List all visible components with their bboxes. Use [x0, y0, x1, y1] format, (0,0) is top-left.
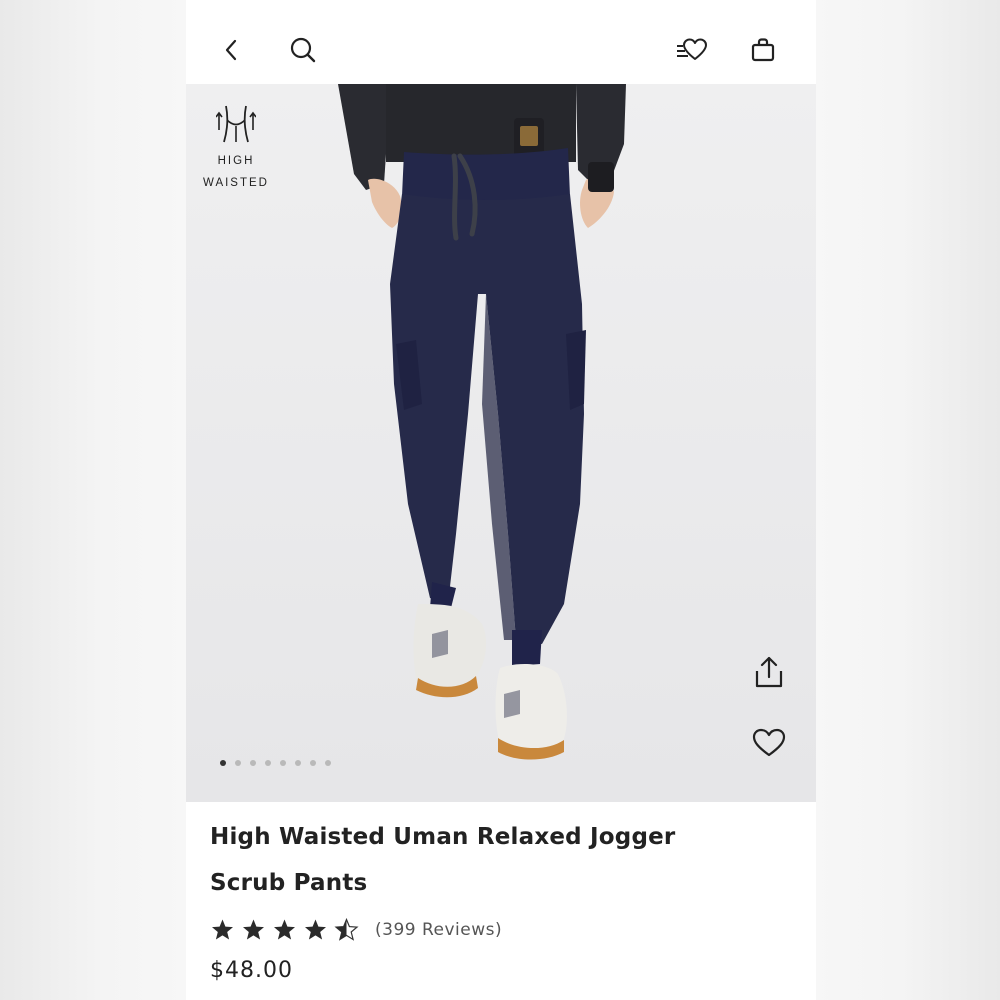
product-title-line-2: Scrub Pants: [210, 870, 368, 896]
top-navigation-bar: [186, 0, 816, 84]
high-waist-icon: [216, 105, 256, 143]
star-full-icon: [305, 919, 326, 940]
product-price: $48.00: [210, 958, 293, 983]
product-photo: [186, 84, 816, 802]
carousel-dot[interactable]: [280, 760, 286, 766]
star-full-icon: [274, 919, 295, 940]
badge-line-1: HIGH: [217, 155, 255, 167]
product-title-line-1: High Waisted Uman Relaxed Jogger: [210, 824, 676, 850]
star-full-icon: [243, 919, 264, 940]
carousel-dot[interactable]: [220, 760, 226, 766]
carousel-dot[interactable]: [265, 760, 271, 766]
share-icon[interactable]: [749, 652, 789, 692]
carousel-dots: [220, 760, 331, 766]
carousel-dot[interactable]: [310, 760, 316, 766]
product-image-gallery[interactable]: HIGH WAISTED: [186, 84, 816, 802]
star-full-icon: [212, 919, 233, 940]
heart-list-icon[interactable]: [674, 32, 710, 68]
search-icon[interactable]: [285, 32, 321, 68]
chevron-left-icon[interactable]: [214, 32, 250, 68]
rating-row: (399 Reviews): [210, 916, 800, 944]
star-half-icon: [334, 918, 359, 941]
reviews-link[interactable]: (399 Reviews): [375, 920, 502, 940]
product-info: High Waisted Uman Relaxed Jogger Scrub P…: [210, 802, 800, 983]
product-page: HIGH WAISTED High Waisted Uman Relaxed J…: [186, 0, 816, 1000]
high-waisted-badge: HIGH WAISTED: [200, 102, 272, 194]
badge-line-2: WAISTED: [203, 177, 269, 189]
product-title: High Waisted Uman Relaxed Jogger Scrub P…: [210, 814, 800, 906]
heart-icon[interactable]: [749, 723, 789, 763]
shopping-bag-icon[interactable]: [745, 32, 781, 68]
carousel-dot[interactable]: [295, 760, 301, 766]
star-rating[interactable]: [210, 918, 359, 942]
carousel-dot[interactable]: [235, 760, 241, 766]
carousel-dot[interactable]: [325, 760, 331, 766]
carousel-dot[interactable]: [250, 760, 256, 766]
